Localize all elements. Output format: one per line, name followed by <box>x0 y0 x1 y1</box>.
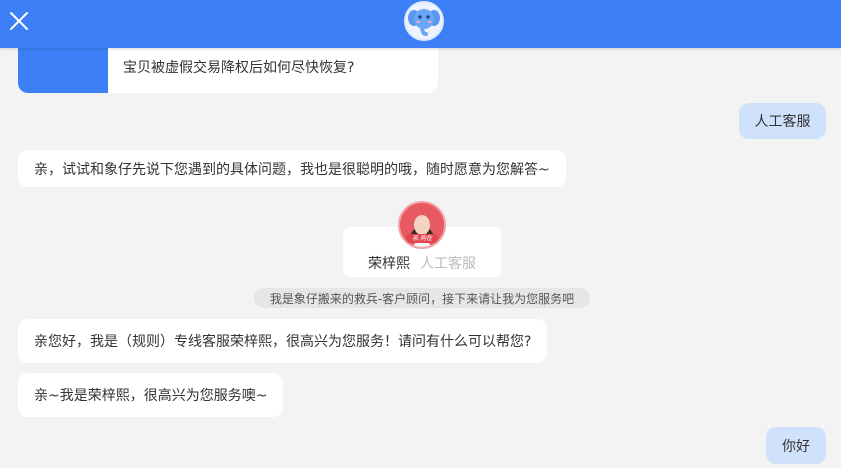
agent-message-text: 亲~我是荣梓熙，很高兴为您服务噢~ <box>34 388 268 404</box>
agent-message-text: 亲您好，我是（规则）专线客服荣梓熙，很高兴为您服务！请问有什么可以帮您? <box>34 334 532 350</box>
agent-role: 人工客服 <box>420 256 476 272</box>
user-message-text: 你好 <box>782 438 810 455</box>
agent-name-row: 荣梓熙 人工客服 <box>343 253 501 273</box>
faq-question[interactable]: 宝贝被虚假交易降权后如何尽快恢复? <box>123 57 354 77</box>
chat-area: 宝贝被虚假交易降权后如何尽快恢复? 人工客服 亲，试试和象仔先说下您遇到的具体问… <box>0 0 841 468</box>
user-message-bubble: 人工客服 <box>739 103 826 139</box>
close-icon <box>10 12 28 30</box>
elephant-logo <box>404 1 444 41</box>
system-note: 我是象仔搬来的救兵-客户顾问，接下来请让我为您服务吧 <box>254 288 590 308</box>
top-bar <box>0 0 841 48</box>
elephant-logo-icon <box>408 9 440 36</box>
user-message-bubble: 你好 <box>766 427 826 464</box>
user-message-text: 人工客服 <box>754 114 811 130</box>
bot-message-text: 亲，试试和象仔先说下您遇到的具体问题，我也是很聪明的哦，随时愿意为您解答~ <box>34 161 550 178</box>
agent-message-bubble: 亲~我是荣梓熙，很高兴为您服务噢~ <box>18 373 284 417</box>
agent-name: 荣梓熙 <box>368 256 410 272</box>
agent-message-bubble: 亲您好，我是（规则）专线客服荣梓熙，很高兴为您服务！请问有什么可以帮您? <box>18 319 548 363</box>
system-note-text: 我是象仔搬来的救兵-客户顾问，接下来请让我为您服务吧 <box>269 291 575 306</box>
close-button[interactable] <box>8 10 30 32</box>
agent-avatar-badge: 亲,购在 <box>412 235 432 242</box>
bot-message-bubble: 亲，试试和象仔先说下您遇到的具体问题，我也是很聪明的哦，随时愿意为您解答~ <box>18 150 566 187</box>
agent-avatar[interactable]: 亲,购在 <box>398 201 446 249</box>
